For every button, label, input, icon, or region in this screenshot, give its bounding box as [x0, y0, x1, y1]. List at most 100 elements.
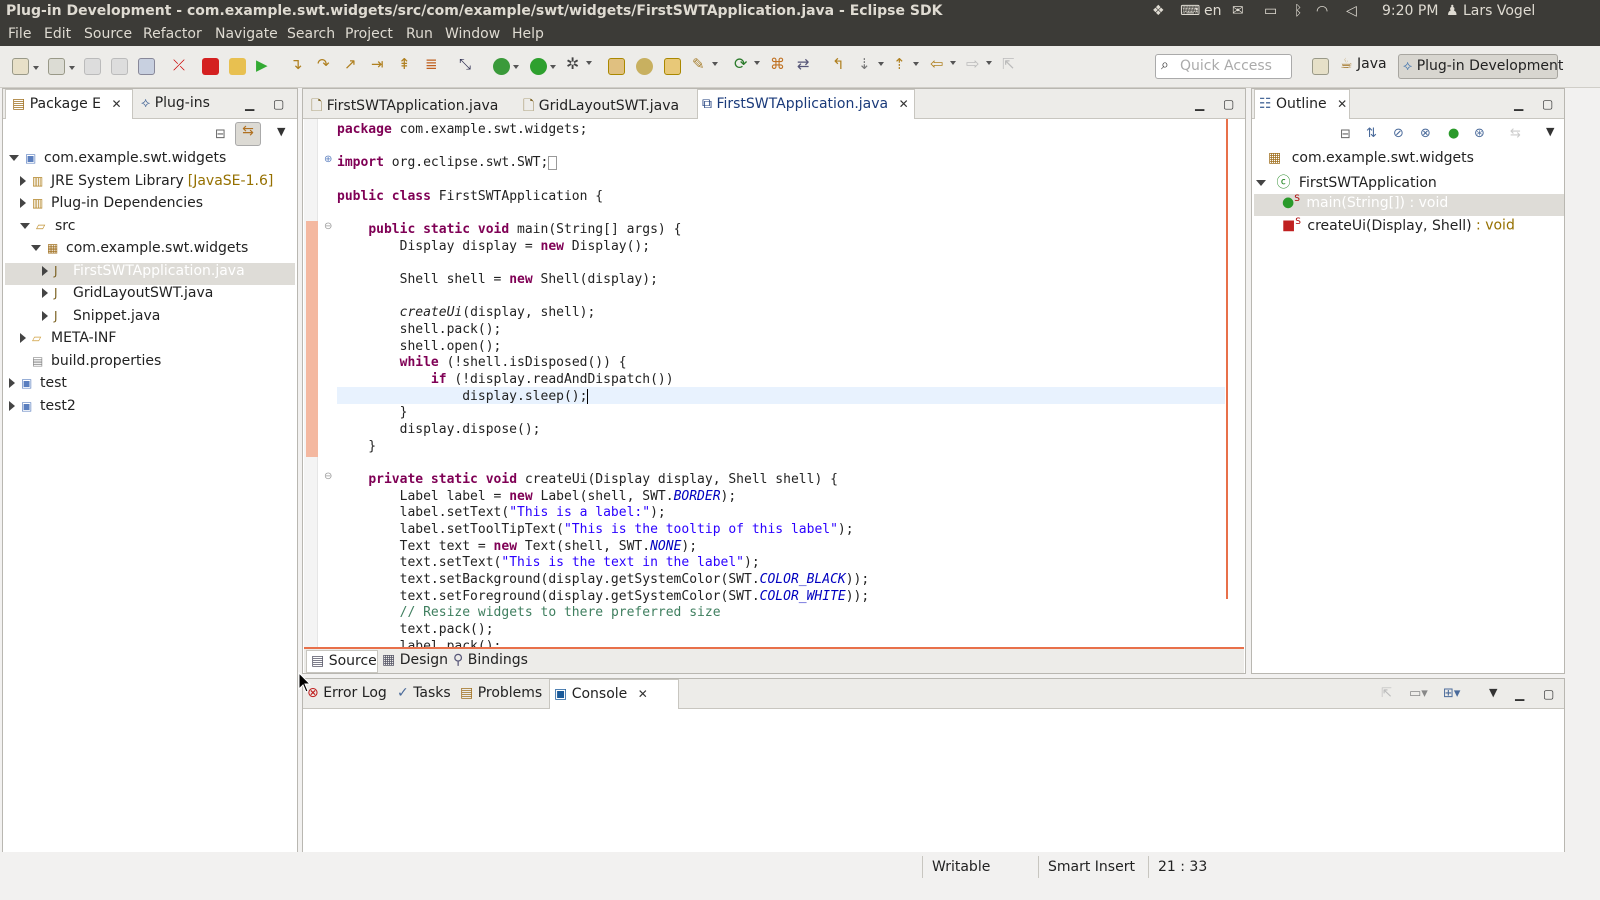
- open-plugin-icon[interactable]: [636, 58, 653, 75]
- tab-package-explorer[interactable]: ▤ Package E ✕: [5, 89, 133, 119]
- expand-icon[interactable]: [9, 400, 15, 411]
- maximize-icon[interactable]: ▢: [273, 97, 284, 111]
- expand-icon[interactable]: [20, 198, 26, 208]
- perspective-plugin-development[interactable]: ⟡ Plug-in Development: [1398, 54, 1563, 79]
- step-return-icon[interactable]: ↗: [344, 55, 361, 73]
- expand-icon[interactable]: [42, 310, 48, 321]
- expand-icon[interactable]: [20, 175, 26, 186]
- new-project-icon[interactable]: [48, 58, 75, 75]
- view-menu-icon[interactable]: ▼: [1546, 125, 1554, 138]
- tree-item[interactable]: ▣ com.example.swt.widgets: [5, 150, 295, 172]
- close-icon[interactable]: ✕: [111, 97, 121, 111]
- quick-access-field[interactable]: ⌕ Quick Access: [1155, 54, 1292, 79]
- step-into-icon[interactable]: ↴: [290, 55, 307, 73]
- minimize-icon[interactable]: ▁: [1514, 97, 1523, 111]
- sort-icon[interactable]: ⇅: [1366, 126, 1377, 141]
- menu-source[interactable]: Source: [84, 26, 132, 42]
- tree-item[interactable]: J GridLayoutSWT.java: [5, 285, 295, 307]
- keyboard-icon[interactable]: ⌨: [1180, 3, 1200, 19]
- fold-collapse-icon[interactable]: ⊖: [324, 221, 332, 232]
- outline-item-createui[interactable]: ■S createUi(Display, Shell) : void: [1282, 217, 1515, 239]
- dropbox-icon[interactable]: ❖: [1152, 3, 1165, 19]
- save-all-icon[interactable]: [111, 58, 128, 75]
- tab-source[interactable]: ▤ Source: [306, 650, 378, 673]
- pin-console-icon[interactable]: ⇱: [1381, 686, 1392, 701]
- tree-item[interactable]: ▥ JRE System Library [JavaSE-1.6]: [5, 173, 295, 195]
- menu-run[interactable]: Run: [406, 26, 433, 42]
- minimize-icon[interactable]: ▁: [1515, 687, 1524, 701]
- open-type-icon[interactable]: [608, 58, 625, 75]
- suspend-icon[interactable]: [229, 58, 246, 75]
- tab-outline[interactable]: ☷ Outline ✕: [1254, 89, 1350, 119]
- maximize-icon[interactable]: ▢: [1223, 97, 1234, 111]
- tree-item[interactable]: ▱ src: [5, 218, 295, 240]
- terminate-icon[interactable]: [202, 58, 219, 75]
- hide-fields-icon[interactable]: ⊘: [1393, 126, 1404, 141]
- user-icon[interactable]: ♟: [1446, 3, 1459, 19]
- hide-nonpublic-icon[interactable]: ●: [1448, 126, 1459, 141]
- tree-item[interactable]: ▥ Plug-in Dependencies: [5, 195, 295, 217]
- console-output[interactable]: [303, 709, 1564, 852]
- back-icon[interactable]: ⇦: [930, 54, 956, 73]
- editor-tab-firstswtapplication-active[interactable]: ⧉ FirstSWTApplication.java ✕: [697, 89, 915, 119]
- fold-collapse-icon[interactable]: ⊖: [324, 471, 332, 482]
- tab-plugins[interactable]: ⟡ Plug-ins: [141, 89, 221, 119]
- forward-icon[interactable]: ⇨: [966, 54, 992, 73]
- collapse-icon[interactable]: [20, 222, 30, 229]
- prev-annotation-icon[interactable]: ⇡: [893, 55, 919, 73]
- outline-item-main[interactable]: ●S main(String[]) : void: [1254, 194, 1564, 216]
- new-wizard-icon[interactable]: [12, 58, 39, 75]
- editor-tab-firstswtapplication-1[interactable]: 🗋 FirstSWTApplication.java: [307, 89, 517, 119]
- language-indicator[interactable]: en: [1204, 3, 1222, 19]
- maximize-icon[interactable]: ▢: [1542, 97, 1553, 111]
- clock[interactable]: 9:20 PM: [1382, 3, 1438, 19]
- next-annotation-icon[interactable]: ⇣: [858, 55, 884, 73]
- menu-window[interactable]: Window: [445, 26, 500, 42]
- menu-edit[interactable]: Edit: [44, 26, 71, 42]
- step-over-icon[interactable]: ↷: [317, 55, 334, 73]
- battery-icon[interactable]: ▭: [1264, 3, 1277, 19]
- view-menu-icon[interactable]: ▼: [277, 125, 285, 138]
- collapse-icon[interactable]: [31, 245, 41, 251]
- print-icon[interactable]: [138, 58, 155, 75]
- close-icon[interactable]: ✕: [1337, 97, 1347, 111]
- run-to-line-icon[interactable]: ⇥: [371, 55, 388, 73]
- expand-icon[interactable]: [42, 265, 48, 276]
- run-icon[interactable]: [530, 58, 556, 75]
- expand-icon[interactable]: [9, 378, 15, 388]
- tab-problems[interactable]: ▤ Problems: [460, 679, 546, 709]
- open-task-icon[interactable]: [664, 58, 681, 75]
- display-console-icon[interactable]: ▭▾: [1409, 686, 1428, 701]
- tree-item[interactable]: ▣ test: [5, 375, 295, 397]
- menu-navigate[interactable]: Navigate: [215, 26, 278, 42]
- coverage-icon[interactable]: [493, 58, 519, 75]
- use-step-filters-icon[interactable]: ≣: [425, 55, 442, 73]
- skip-breakpoints-icon[interactable]: ⤫: [173, 56, 190, 74]
- tab-design[interactable]: ▦ Design: [382, 652, 448, 668]
- external-tools-icon[interactable]: ✲: [566, 54, 592, 73]
- maximize-icon[interactable]: ▢: [1543, 687, 1554, 701]
- share-icon[interactable]: ⇄: [797, 55, 814, 73]
- close-icon[interactable]: ✕: [899, 97, 909, 111]
- tree-item[interactable]: J FirstSWTApplication.java: [5, 262, 295, 285]
- last-edit-icon[interactable]: ↰: [832, 55, 849, 73]
- save-icon[interactable]: [84, 58, 101, 75]
- tab-tasks[interactable]: ✓ Tasks: [397, 679, 457, 709]
- menu-project[interactable]: Project: [345, 26, 393, 42]
- tab-error-log[interactable]: ⊗ Error Log: [307, 679, 393, 709]
- resume-icon[interactable]: ▶: [256, 56, 273, 74]
- expand-icon[interactable]: [20, 333, 26, 343]
- close-icon[interactable]: ✕: [638, 687, 648, 701]
- pin-editor-icon[interactable]: ⇱: [1002, 55, 1019, 73]
- connect-icon[interactable]: ⤡: [459, 55, 476, 73]
- editor-tab-gridlayoutswt[interactable]: 🗋 GridLayoutSWT.java: [519, 89, 695, 119]
- search-toolbar-icon[interactable]: ✎: [692, 55, 718, 73]
- tab-bindings[interactable]: ⚲ Bindings: [453, 652, 528, 668]
- tree-item[interactable]: ▱ META-INF: [5, 330, 295, 352]
- wifi-icon[interactable]: ◠: [1316, 3, 1328, 19]
- open-perspective-icon[interactable]: [1312, 58, 1329, 75]
- tree-item[interactable]: ▣ test2: [5, 398, 295, 420]
- menu-refactor[interactable]: Refactor: [143, 26, 202, 42]
- expand-icon[interactable]: [1256, 180, 1266, 186]
- tab-console[interactable]: ▣ Console ✕: [549, 679, 679, 709]
